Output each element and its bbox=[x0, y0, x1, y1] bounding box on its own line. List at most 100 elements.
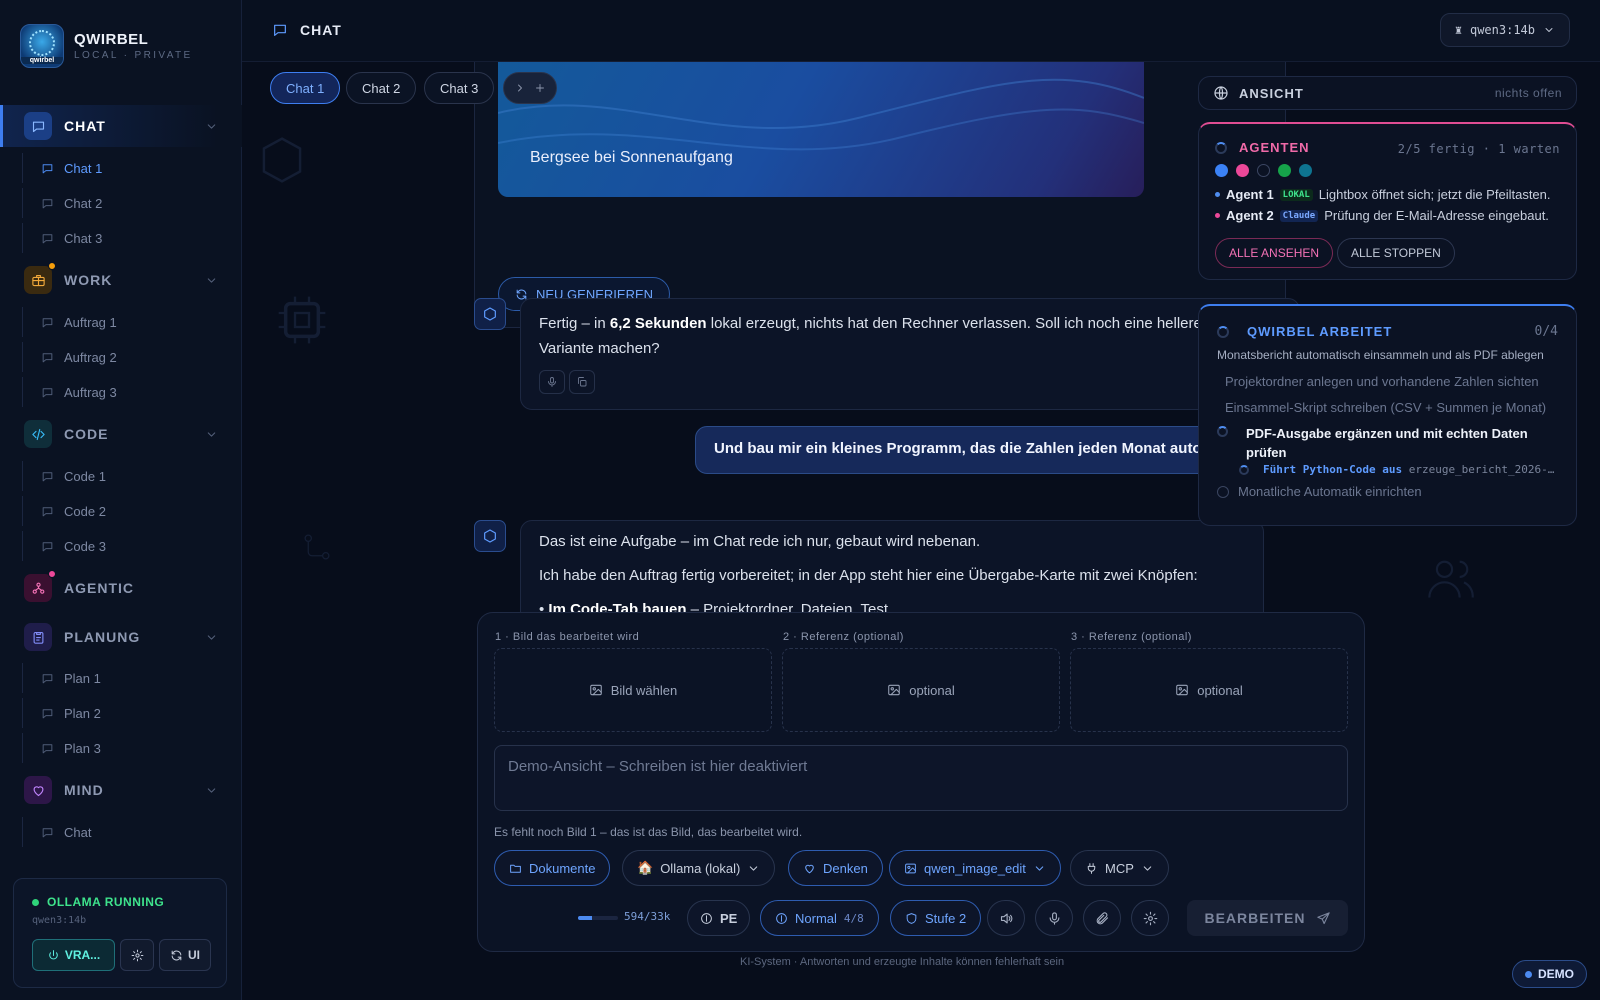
chat-bubble-icon bbox=[42, 352, 53, 362]
status-model: qwen3:14b bbox=[32, 915, 87, 926]
chat-bubble-icon bbox=[42, 163, 53, 173]
pe-toggle[interactable]: PE bbox=[687, 900, 751, 936]
sidebar-item-plan-3[interactable]: Plan 3 bbox=[22, 733, 242, 763]
slot-label: 3 · Referenz (optional) bbox=[1071, 631, 1192, 643]
send-button[interactable]: BEARBEITEN bbox=[1187, 900, 1348, 936]
agent-dot bbox=[1278, 164, 1291, 177]
spinner-icon bbox=[1215, 141, 1227, 154]
sidebar-item-chat-1[interactable]: Chat 1 bbox=[22, 153, 242, 183]
vram-button[interactable]: VRA... bbox=[32, 939, 115, 971]
stop-all-agents-button[interactable]: ALLE STOPPEN bbox=[1337, 238, 1455, 268]
think-button[interactable]: Denken bbox=[788, 850, 883, 886]
chip-icon bbox=[278, 296, 326, 344]
info-icon bbox=[701, 912, 712, 924]
view-panel[interactable]: ANSICHT nichts offen bbox=[1198, 76, 1577, 110]
speak-button[interactable] bbox=[539, 370, 565, 394]
sidebar-item-auftrag-3[interactable]: Auftrag 3 bbox=[22, 377, 242, 407]
sidebar-item-auftrag-2[interactable]: Auftrag 2 bbox=[22, 342, 242, 372]
sidebar-section-agentic[interactable]: AGENTIC bbox=[0, 567, 242, 609]
settings-button[interactable] bbox=[120, 939, 154, 971]
mcp-select[interactable]: MCP bbox=[1070, 850, 1169, 886]
network-icon bbox=[24, 570, 56, 602]
sidebar-item-plan-1[interactable]: Plan 1 bbox=[22, 663, 242, 693]
image-result-card: Bergsee bei Sonnenaufgang NEU GENERIEREN bbox=[474, 62, 1286, 328]
spinner-icon bbox=[1239, 465, 1249, 475]
chevron-down-icon[interactable] bbox=[205, 120, 218, 133]
sidebar-item-auftrag-1[interactable]: Auftrag 1 bbox=[22, 307, 242, 337]
sidebar-section-work[interactable]: WORK bbox=[0, 259, 242, 301]
page-title: CHAT bbox=[272, 22, 342, 38]
tool-select[interactable]: qwen_image_edit bbox=[889, 850, 1061, 886]
view-all-agents-button[interactable]: ALLE ANSEHEN bbox=[1215, 238, 1334, 268]
microphone-button[interactable] bbox=[1035, 900, 1073, 936]
top-header: CHAT ♜ qwen3:14b bbox=[242, 0, 1600, 62]
sidebar-item-chat-2[interactable]: Chat 2 bbox=[22, 188, 242, 218]
plus-icon bbox=[536, 84, 544, 92]
agent-row[interactable]: Agent 1 LOKAL Lightbox öffnet sich; jetz… bbox=[1215, 187, 1551, 202]
status-dot-icon bbox=[1525, 970, 1532, 978]
work-count: 0/4 bbox=[1534, 324, 1558, 339]
power-icon bbox=[49, 949, 58, 959]
sidebar-item-label: Chat 2 bbox=[64, 195, 103, 211]
message-line: Das ist eine Aufgabe – im Chat rede ich … bbox=[539, 533, 981, 550]
image-slot-main[interactable]: Bild wählen bbox=[494, 648, 772, 732]
copy-button[interactable] bbox=[569, 370, 595, 394]
sidebar-section-mind[interactable]: MIND bbox=[0, 769, 242, 811]
ollama-status: OLLAMA RUNNING bbox=[32, 895, 164, 909]
mode-select[interactable]: Normal 4/8 bbox=[760, 900, 879, 936]
status-dot-icon bbox=[32, 898, 39, 906]
agent-row[interactable]: Agent 2 Claude Prüfung der E-Mail-Adress… bbox=[1215, 208, 1549, 223]
attach-button[interactable] bbox=[1083, 900, 1121, 936]
sidebar-item-code-3[interactable]: Code 3 bbox=[22, 531, 242, 561]
sidebar-item-code-1[interactable]: Code 1 bbox=[22, 461, 242, 491]
microphone-icon bbox=[1049, 911, 1059, 925]
users-icon bbox=[1428, 560, 1474, 598]
sidebar-item-label: Plan 1 bbox=[64, 670, 101, 686]
tab-chat-3[interactable]: Chat 3 bbox=[424, 72, 495, 104]
slot-label: 1 · Bild das bearbeitet wird bbox=[495, 631, 640, 643]
sidebar-item-mind-chat[interactable]: Chat bbox=[22, 817, 242, 847]
documents-button[interactable]: Dokumente bbox=[494, 850, 611, 886]
copy-icon bbox=[578, 377, 587, 387]
model-selector[interactable]: ♜ qwen3:14b bbox=[1439, 13, 1570, 47]
chevron-down-icon[interactable] bbox=[205, 784, 218, 797]
brand[interactable]: qwirbel QWIRBEL LOCAL · PRIVATE bbox=[20, 24, 193, 68]
level-select[interactable]: Stufe 2 bbox=[890, 900, 982, 936]
image-slot-ref-1[interactable]: optional bbox=[782, 648, 1060, 732]
globe-icon bbox=[1214, 86, 1228, 100]
provider-select[interactable]: 🏠 Ollama (lokal) bbox=[622, 850, 776, 886]
chat-bubble-icon bbox=[42, 673, 53, 683]
composer: 1 · Bild das bearbeitet wird 2 · Referen… bbox=[477, 612, 1365, 952]
ui-label: UI bbox=[188, 948, 200, 962]
sidebar-item-code-2[interactable]: Code 2 bbox=[22, 496, 242, 526]
tab-chat-2[interactable]: Chat 2 bbox=[346, 72, 417, 104]
slot-label: 2 · Referenz (optional) bbox=[783, 631, 904, 643]
chevron-down-icon[interactable] bbox=[205, 428, 218, 441]
tab-more-add[interactable] bbox=[503, 72, 557, 104]
composer-settings-button[interactable] bbox=[1131, 900, 1169, 936]
image-slot-ref-2[interactable]: optional bbox=[1070, 648, 1348, 732]
speaker-button[interactable] bbox=[987, 900, 1025, 936]
sidebar-item-plan-2[interactable]: Plan 2 bbox=[22, 698, 242, 728]
generated-image[interactable]: Bergsee bei Sonnenaufgang bbox=[498, 62, 1144, 197]
agent-status-dots bbox=[1215, 164, 1312, 177]
gear-icon bbox=[1143, 911, 1157, 925]
chat-bubble-icon bbox=[42, 827, 53, 837]
reload-ui-button[interactable]: UI bbox=[159, 939, 211, 971]
chevron-down-icon[interactable] bbox=[205, 274, 218, 287]
sidebar-item-chat-3[interactable]: Chat 3 bbox=[22, 223, 242, 253]
sidebar-section-planung[interactable]: PLANUNG bbox=[0, 616, 242, 658]
chat-bubble-icon bbox=[42, 541, 53, 551]
sidebar-section-chat[interactable]: CHAT bbox=[0, 105, 242, 147]
page-title-text: CHAT bbox=[300, 22, 342, 38]
tab-chat-1[interactable]: Chat 1 bbox=[270, 72, 341, 104]
message-input[interactable]: Demo-Ansicht – Schreiben ist hier deakti… bbox=[494, 745, 1348, 811]
sidebar-section-code[interactable]: CODE bbox=[0, 413, 242, 455]
sidebar-item-label: Code 2 bbox=[64, 503, 106, 519]
work-step-current: PDF-Ausgabe ergänzen und mit echten Date… bbox=[1246, 426, 1528, 460]
agents-panel: AGENTEN 2/5 fertig · 1 warten Agent 1 LO… bbox=[1198, 122, 1577, 280]
chevron-down-icon[interactable] bbox=[205, 631, 218, 644]
status-card: OLLAMA RUNNING qwen3:14b VRA... UI bbox=[13, 878, 227, 988]
hexagon-icon bbox=[484, 529, 496, 543]
model-name: qwen3:14b bbox=[1469, 23, 1535, 37]
